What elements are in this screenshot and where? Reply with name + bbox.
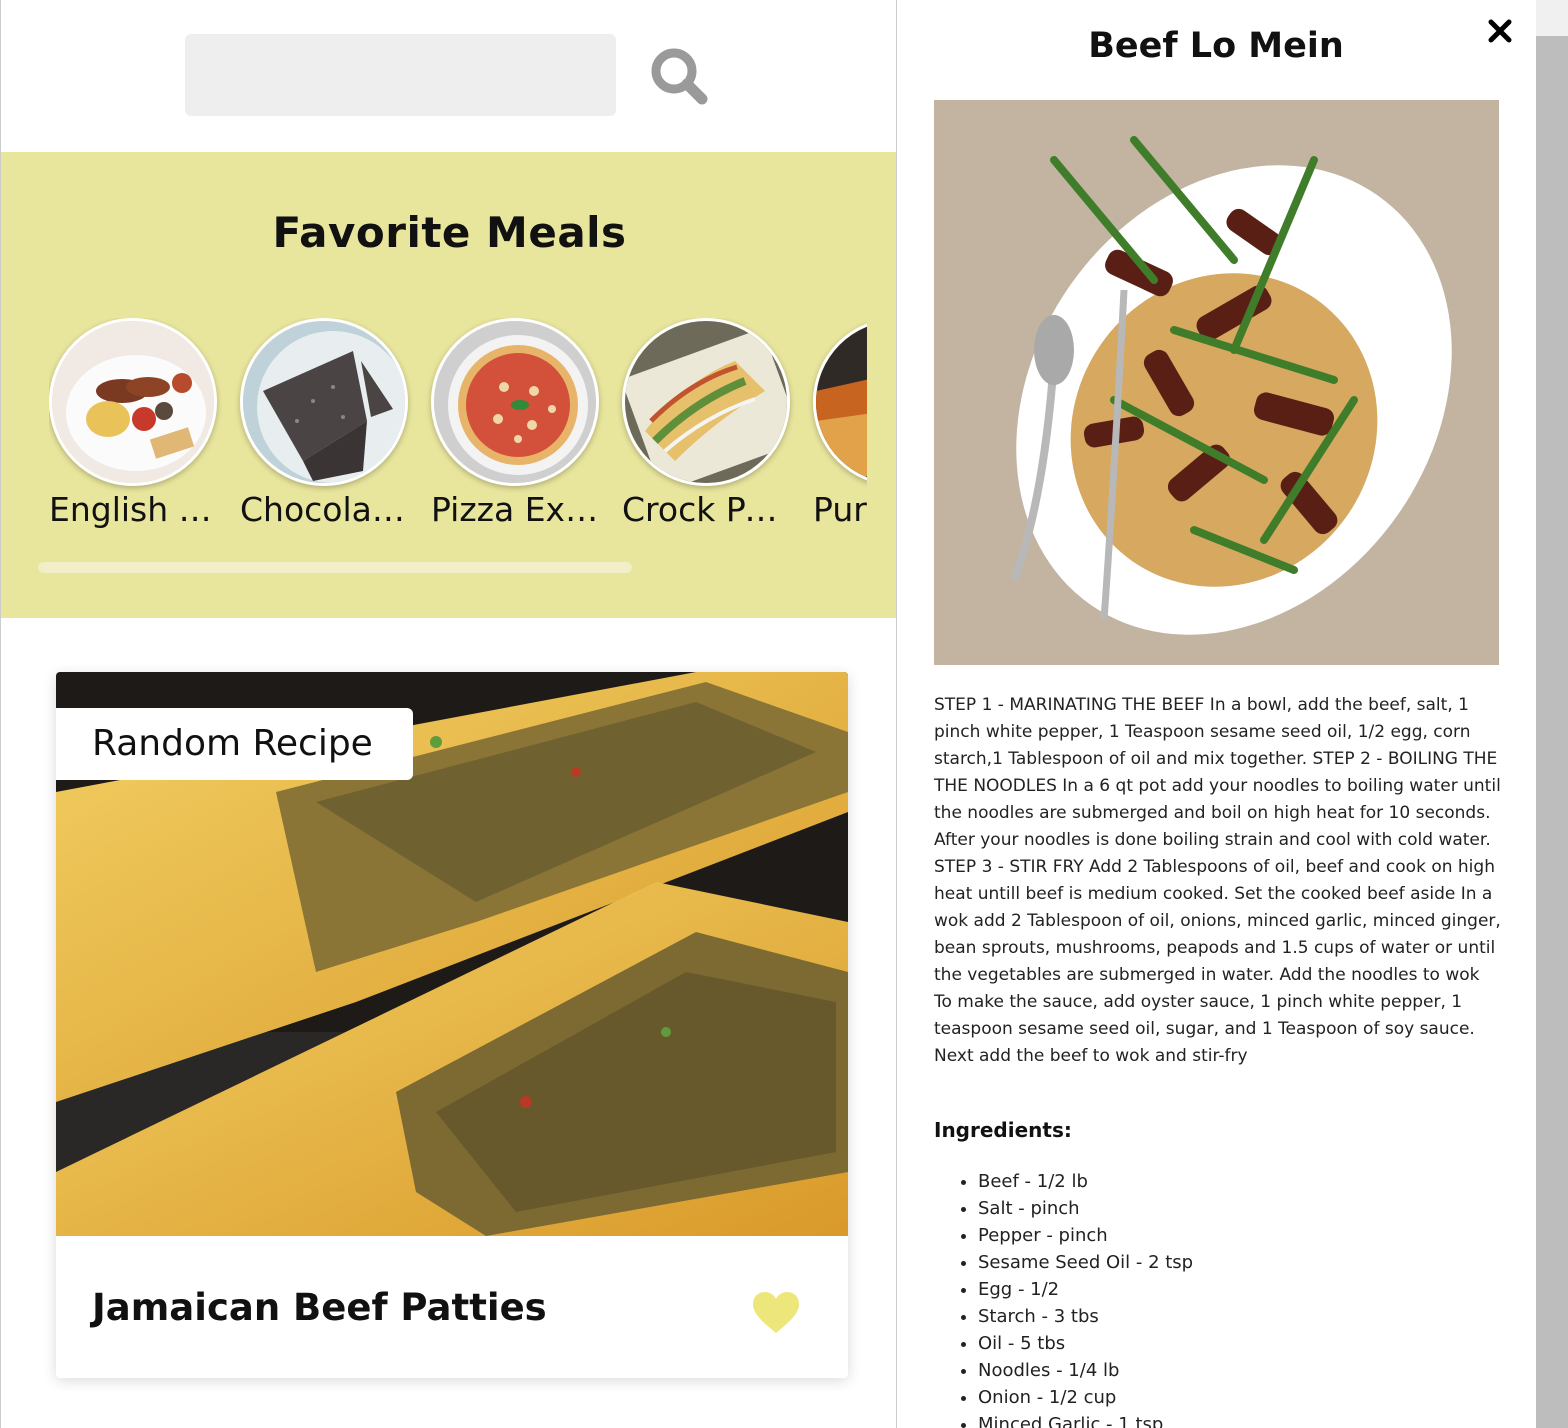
ingredient-item: Salt - pinch xyxy=(978,1195,1193,1222)
ingredient-item: Onion - 1/2 cup xyxy=(978,1384,1193,1411)
chocolate-cake-photo xyxy=(240,318,408,486)
ingredient-item: Egg - 1/2 xyxy=(978,1276,1193,1303)
ingredient-item: Sesame Seed Oil - 2 tsp xyxy=(978,1249,1193,1276)
favorites-scrollbar[interactable] xyxy=(38,562,632,573)
meal-info-popup: Beef Lo Mein STEP 1 - MARINATING THE BEE… xyxy=(899,0,1536,1428)
random-recipe-tag: Random Recipe xyxy=(56,708,413,780)
page-scrollbar[interactable] xyxy=(1536,0,1568,1428)
random-recipe-card[interactable]: Random Recipe Jamaican Beef Patties xyxy=(56,672,848,1378)
ingredients-list: Beef - 1/2 lb Salt - pinch Pepper - pinc… xyxy=(934,1168,1193,1428)
meal-image xyxy=(934,100,1499,665)
search-input[interactable] xyxy=(185,34,616,116)
dessert-photo xyxy=(813,318,867,486)
ingredient-item: Beef - 1/2 lb xyxy=(978,1168,1193,1195)
favorite-meal-label: Pizza Express Margherita xyxy=(431,490,606,529)
search-button[interactable] xyxy=(647,44,711,108)
meal-instructions: STEP 1 - MARINATING THE BEEF In a bowl, … xyxy=(934,695,1501,1066)
recipe-title[interactable]: Jamaican Beef Patties xyxy=(92,1286,547,1329)
search-icon xyxy=(651,48,708,105)
ingredient-item: Pepper - pinch xyxy=(978,1222,1193,1249)
page-scrollbar-arrow[interactable] xyxy=(1536,0,1568,36)
favorite-meal-label: Chocolate Cake xyxy=(240,490,415,529)
favorite-meals-title: Favorite Meals xyxy=(272,208,627,257)
pizza-photo xyxy=(431,318,599,486)
meal-title: Beef Lo Mein xyxy=(1088,26,1344,66)
heart-icon xyxy=(753,1292,799,1333)
meal-app: Favorite Meals English Breakfast xyxy=(0,0,897,1428)
favorite-meal-label: Crock Pot Chicken Tacos xyxy=(622,490,797,529)
ingredient-item: Oil - 5 tbs xyxy=(978,1330,1193,1357)
favorite-button[interactable] xyxy=(752,1292,800,1334)
ingredient-item: Noodles - 1/4 lb xyxy=(978,1357,1193,1384)
ingredients-heading: Ingredients: xyxy=(934,1118,1072,1142)
english-breakfast-photo xyxy=(49,318,217,486)
favorite-meals-list[interactable]: English Breakfast Chocolate Cake xyxy=(49,318,867,548)
ingredient-item: Starch - 3 tbs xyxy=(978,1303,1193,1330)
ingredient-item: Minced Garlic - 1 tsp xyxy=(978,1411,1193,1428)
favorite-meal-label: English Breakfast xyxy=(49,490,224,529)
favorite-meal-label: Pur xyxy=(813,490,867,529)
tacos-photo xyxy=(622,318,790,486)
